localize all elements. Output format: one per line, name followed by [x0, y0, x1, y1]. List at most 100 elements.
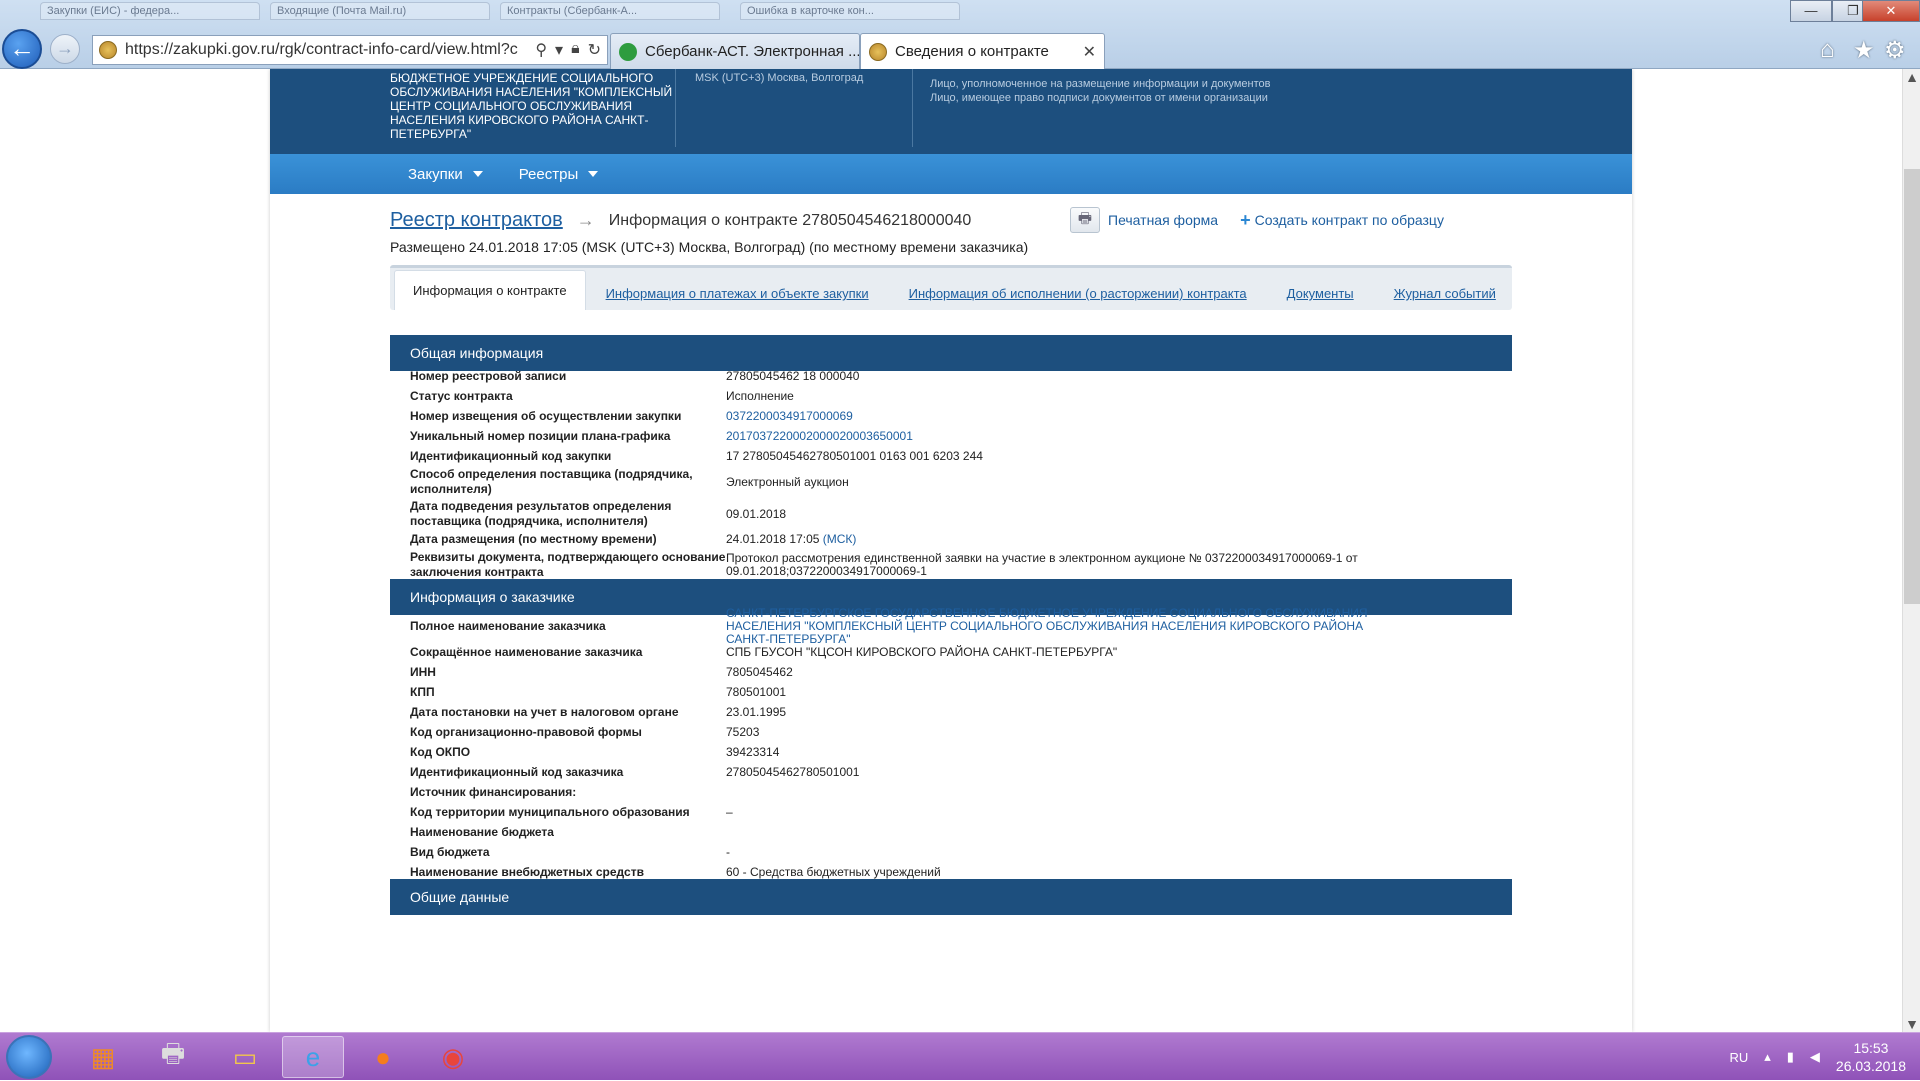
breadcrumb: Реестр контрактов → Информация о контрак… [390, 209, 971, 232]
folder-icon[interactable]: ▭ [214, 1036, 276, 1078]
clock-time: 15:53 [1853, 1040, 1889, 1056]
field-label: Код территории муниципального образовани… [410, 804, 690, 819]
field-value: Исполнение [726, 388, 794, 403]
section-common-header: Общие данные [390, 879, 1512, 915]
tab-execution[interactable]: Информация об исполнении (о расторжении)… [889, 286, 1267, 310]
site-favicon-icon [99, 41, 117, 59]
tab-label: Сбербанк-АСТ. Электронная ... [645, 43, 860, 60]
back-arrow-icon[interactable]: ← [2, 29, 42, 69]
clock[interactable]: 15:53 26.03.2018 [1836, 1039, 1906, 1075]
field-value: 60 - Средства бюджетных учреждений [726, 864, 941, 879]
background-tab[interactable]: Входящие (Почта Mail.ru) [270, 2, 490, 20]
table-row: Код ОКПО 39423314 [390, 742, 1512, 762]
page-scrollbar[interactable]: ▲ ▼ [1902, 69, 1920, 1032]
main-menu: Закупки Реестры [270, 154, 1632, 194]
search-icon[interactable]: ⚲ [535, 40, 547, 60]
scroll-down-icon[interactable]: ▼ [1903, 1016, 1920, 1032]
posted-date: Размещено 24.01.2018 17:05 (MSK (UTC+3) … [390, 239, 1029, 255]
address-bar[interactable]: https://zakupki.gov.ru/rgk/contract-info… [92, 35, 608, 65]
lock-icon[interactable]: 🔒︎ [571, 40, 580, 60]
tab-contract-info[interactable]: Сведения о контракте ✕ [860, 33, 1105, 69]
system-tray: RU ▴ ▮ ◀ 15:53 26.03.2018 [1729, 1033, 1906, 1081]
table-row: Наименование бюджета [390, 822, 1512, 842]
field-label: Код ОКПО [410, 744, 471, 759]
table-row: Статус контракта Исполнение [390, 386, 1512, 406]
table-row: Сокращённое наименование заказчика СПБ Г… [390, 642, 1512, 662]
field-value: Электронный аукцион [726, 474, 849, 489]
organization-name: БЮДЖЕТНОЕ УЧРЕЖДЕНИЕ СОЦИАЛЬНОГО ОБСЛУЖИ… [390, 71, 673, 141]
field-value: 39423314 [726, 744, 780, 759]
menu-purchases[interactable]: Закупки [408, 166, 483, 183]
menu-label: Реестры [518, 165, 579, 183]
tab-contract-info[interactable]: Информация о контракте [394, 270, 586, 310]
printer-icon: 🖶︎ [1070, 207, 1100, 233]
printer-icon[interactable]: 🖶︎ [142, 1036, 204, 1078]
table-row: Дата подведения результатов определения … [390, 498, 1512, 530]
plus-icon: + [1240, 209, 1251, 230]
forward-arrow-icon[interactable]: → [50, 34, 80, 64]
language-indicator[interactable]: RU [1729, 1050, 1748, 1065]
tab-documents[interactable]: Документы [1267, 286, 1374, 310]
start-button[interactable] [6, 1035, 52, 1079]
scroll-up-icon[interactable]: ▲ [1903, 69, 1920, 85]
app-icon[interactable]: ▦ [72, 1036, 134, 1078]
table-row: Уникальный номер позиции плана-графика 2… [390, 426, 1512, 446]
tab-event-log[interactable]: Журнал событий [1374, 286, 1516, 310]
table-row: Номер извещения об осуществлении закупки… [390, 406, 1512, 426]
minimize-button[interactable]: — [1790, 0, 1832, 22]
url-text[interactable]: https://zakupki.gov.ru/rgk/contract-info… [125, 41, 518, 59]
scrollbar-thumb[interactable] [1904, 169, 1920, 604]
background-tab[interactable]: Закупки (ЕИС) - федера... [40, 2, 260, 20]
table-row: ИНН 7805045462 [390, 662, 1512, 682]
taskbar: ▦ 🖶︎ ▭ e ● ◉ RU ▴ ▮ ◀ 15:53 26.03.2018 [0, 1032, 1920, 1080]
field-value: 17 27805045462780501001 0163 001 6203 24… [726, 448, 983, 463]
firefox-icon[interactable]: ● [352, 1036, 414, 1078]
tab-sberbank-ast[interactable]: Сбербанк-АСТ. Электронная ... [610, 33, 860, 69]
field-label: Идентификационный код закупки [410, 448, 612, 463]
close-icon[interactable]: ✕ [1083, 42, 1096, 62]
field-value: 780501001 [726, 684, 787, 699]
internet-explorer-icon[interactable]: e [282, 1036, 344, 1078]
msk-timezone-link[interactable]: (МСК) [823, 532, 857, 546]
show-hidden-icons-icon[interactable]: ▴ [1764, 1049, 1771, 1065]
network-icon[interactable]: ▮ [1787, 1049, 1794, 1065]
org-header-band: БЮДЖЕТНОЕ УЧРЕЖДЕНИЕ СОЦИАЛЬНОГО ОБСЛУЖИ… [270, 69, 1632, 154]
field-label: Уникальный номер позиции плана-графика [410, 428, 671, 443]
content-container: БЮДЖЕТНОЕ УЧРЕЖДЕНИЕ СОЦИАЛЬНОГО ОБСЛУЖИ… [270, 69, 1632, 1032]
field-label: Дата постановки на учет в налоговом орга… [410, 704, 679, 719]
dropdown-icon[interactable]: ▾ [555, 40, 563, 60]
page-actions: 🖶︎ Печатная форма + Создать контракт по … [1070, 207, 1444, 233]
posting-date: 24.01.2018 17:05 [726, 531, 820, 546]
table-row: Номер реестровой записи 27805045462 18 0… [390, 366, 1512, 386]
authorized-person-label: Лицо, уполномоченное на размещение инфор… [930, 78, 1271, 90]
field-value: 27805045462780501001 [726, 764, 860, 779]
tab-payments[interactable]: Информация о платежах и объекте закупки [586, 286, 889, 310]
close-window-button[interactable]: ✕ [1862, 0, 1920, 22]
table-row: Идентификационный код заказчика 27805045… [390, 762, 1512, 782]
notice-number-link[interactable]: 0372200034917000069 [726, 409, 1512, 423]
background-tab[interactable]: Контракты (Сбербанк-А... [500, 2, 720, 20]
table-row: Идентификационный код закупки 17 2780504… [390, 446, 1512, 466]
background-tab[interactable]: Ошибка в карточке кон... [740, 2, 960, 20]
field-value: – [726, 804, 733, 819]
timezone-info: MSK (UTC+3) Москва, Волгоград [695, 72, 864, 84]
field-label: Наименование бюджета [410, 824, 554, 839]
breadcrumb-registry-link[interactable]: Реестр контрактов [390, 209, 563, 232]
home-icon[interactable]: ⌂ [1820, 36, 1835, 64]
volume-icon[interactable]: ◀ [1810, 1049, 1820, 1065]
gear-icon[interactable]: ⚙ [1884, 36, 1906, 65]
field-value: СПБ ГБУСОН "КЦСОН КИРОВСКОГО РАЙОНА САНК… [726, 644, 1118, 659]
create-contract-button[interactable]: + Создать контракт по образцу [1240, 210, 1444, 231]
field-label: Полное наименование заказчика [410, 618, 606, 633]
star-icon[interactable]: ★ [1853, 36, 1875, 65]
schedule-position-link[interactable]: 2017037220002000020003650001 [726, 429, 1512, 443]
refresh-icon[interactable]: ↻ [588, 40, 601, 60]
table-row: Полное наименование заказчика САНКТ-ПЕТЕ… [390, 606, 1512, 645]
print-form-button[interactable]: 🖶︎ Печатная форма [1070, 207, 1218, 233]
chrome-icon[interactable]: ◉ [422, 1036, 484, 1078]
field-label: Реквизиты документа, подтверждающего осн… [410, 550, 726, 579]
customer-name-link[interactable]: САНКТ-ПЕТЕРБУРГСКОЕ ГОСУДАРСТВЕННОЕ БЮДЖ… [726, 606, 1512, 646]
menu-registries[interactable]: Реестры [519, 166, 599, 183]
table-row: Дата размещения (по местному времени) 24… [390, 529, 1512, 549]
table-row: Реквизиты документа, подтверждающего осн… [390, 550, 1512, 580]
